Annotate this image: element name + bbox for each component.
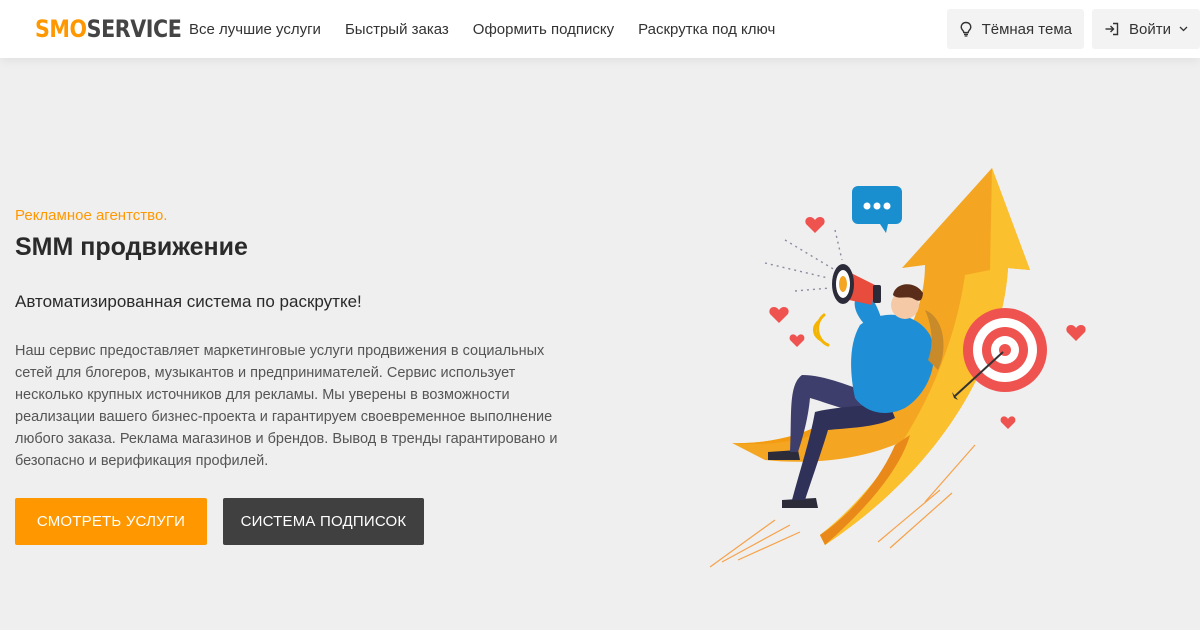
signal-waves-icon <box>812 313 830 347</box>
subscription-system-button[interactable]: СИСТЕМА ПОДПИСОК <box>223 498 424 545</box>
theme-toggle-button[interactable]: Тёмная тема <box>946 9 1085 49</box>
theme-toggle-label: Тёмная тема <box>981 20 1073 38</box>
sound-wave-dots <box>764 229 843 292</box>
nav-link-quick-order[interactable]: Быстрый заказ <box>345 21 449 38</box>
hero-eyebrow: Рекламное агентство. <box>15 207 168 224</box>
logo-part-smo: SMO <box>35 15 87 43</box>
nav-link-all-services[interactable]: Все лучшие услуги <box>189 21 321 38</box>
logo-part-service: SERVICE <box>86 15 182 43</box>
login-label: Войти <box>1129 20 1171 38</box>
top-navbar: SMOSERVICE Все лучшие услуги Быстрый зак… <box>0 0 1200 58</box>
nav-right-actions: Тёмная тема Войти <box>939 9 1200 49</box>
speed-lines <box>709 444 976 568</box>
hero-description: Наш сервис предоставляет маркетинговые у… <box>15 343 558 469</box>
hero-subtitle: Автоматизированная система по раскрутке! <box>15 292 362 311</box>
megaphone-icon <box>832 264 881 305</box>
chat-bubble-icon <box>852 186 902 233</box>
hero-illustration <box>709 168 1086 568</box>
main-nav: Все лучшие услуги Быстрый заказ Оформить… <box>189 0 799 58</box>
sign-in-icon <box>1105 22 1119 36</box>
chevron-down-icon <box>1179 26 1188 32</box>
lightbulb-icon <box>960 21 972 37</box>
login-button[interactable]: Войти <box>1092 9 1200 49</box>
hero-title: SMM продвижение <box>15 233 248 261</box>
view-services-button[interactable]: СМОТРЕТЬ УСЛУГИ <box>15 498 207 545</box>
nav-link-subscription[interactable]: Оформить подписку <box>473 21 614 38</box>
site-logo[interactable]: SMOSERVICE <box>35 15 182 43</box>
nav-link-turnkey-promo[interactable]: Раскрутка под ключ <box>638 21 775 38</box>
